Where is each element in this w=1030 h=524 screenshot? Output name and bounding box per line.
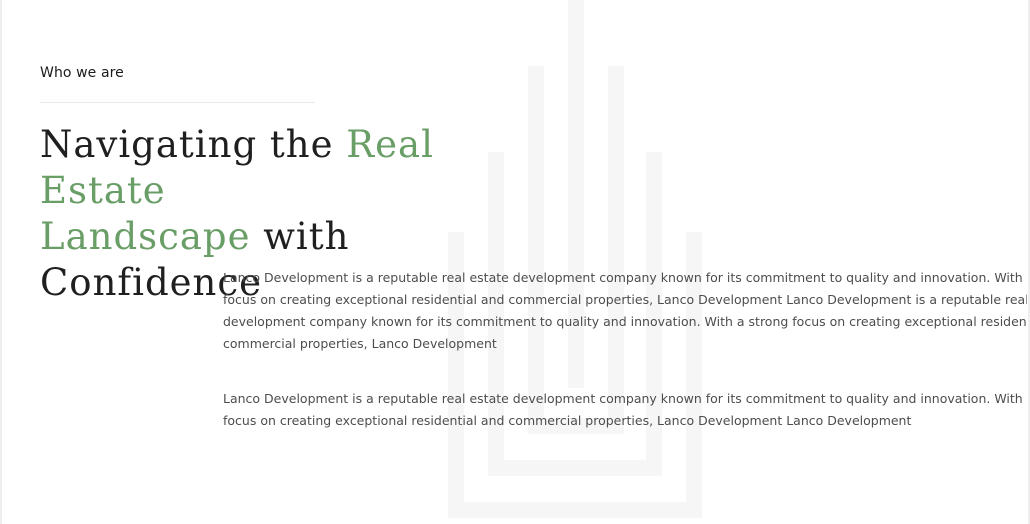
headline-text-1: Navigating the	[40, 123, 347, 166]
section-eyebrow: Who we are	[40, 65, 124, 81]
intro-paragraph-1: Lanco Development is a reputable real es…	[223, 267, 1027, 355]
paragraph-line: development company known for its commit…	[223, 314, 1027, 329]
paragraph-line: Lanco Development is a reputable real es…	[223, 391, 1027, 406]
intro-paragraph-2: Lanco Development is a reputable real es…	[223, 388, 1027, 432]
paragraph-line: Lanco Development is a reputable real es…	[223, 270, 1027, 285]
paragraph-line: focus on creating exceptional residentia…	[223, 292, 1027, 307]
paragraph-line: focus on creating exceptional residentia…	[223, 413, 912, 428]
eyebrow-divider	[40, 102, 315, 103]
headline-accent-2: Landscape	[40, 215, 251, 258]
paragraph-line: commercial properties, Lanco Development	[223, 336, 497, 351]
